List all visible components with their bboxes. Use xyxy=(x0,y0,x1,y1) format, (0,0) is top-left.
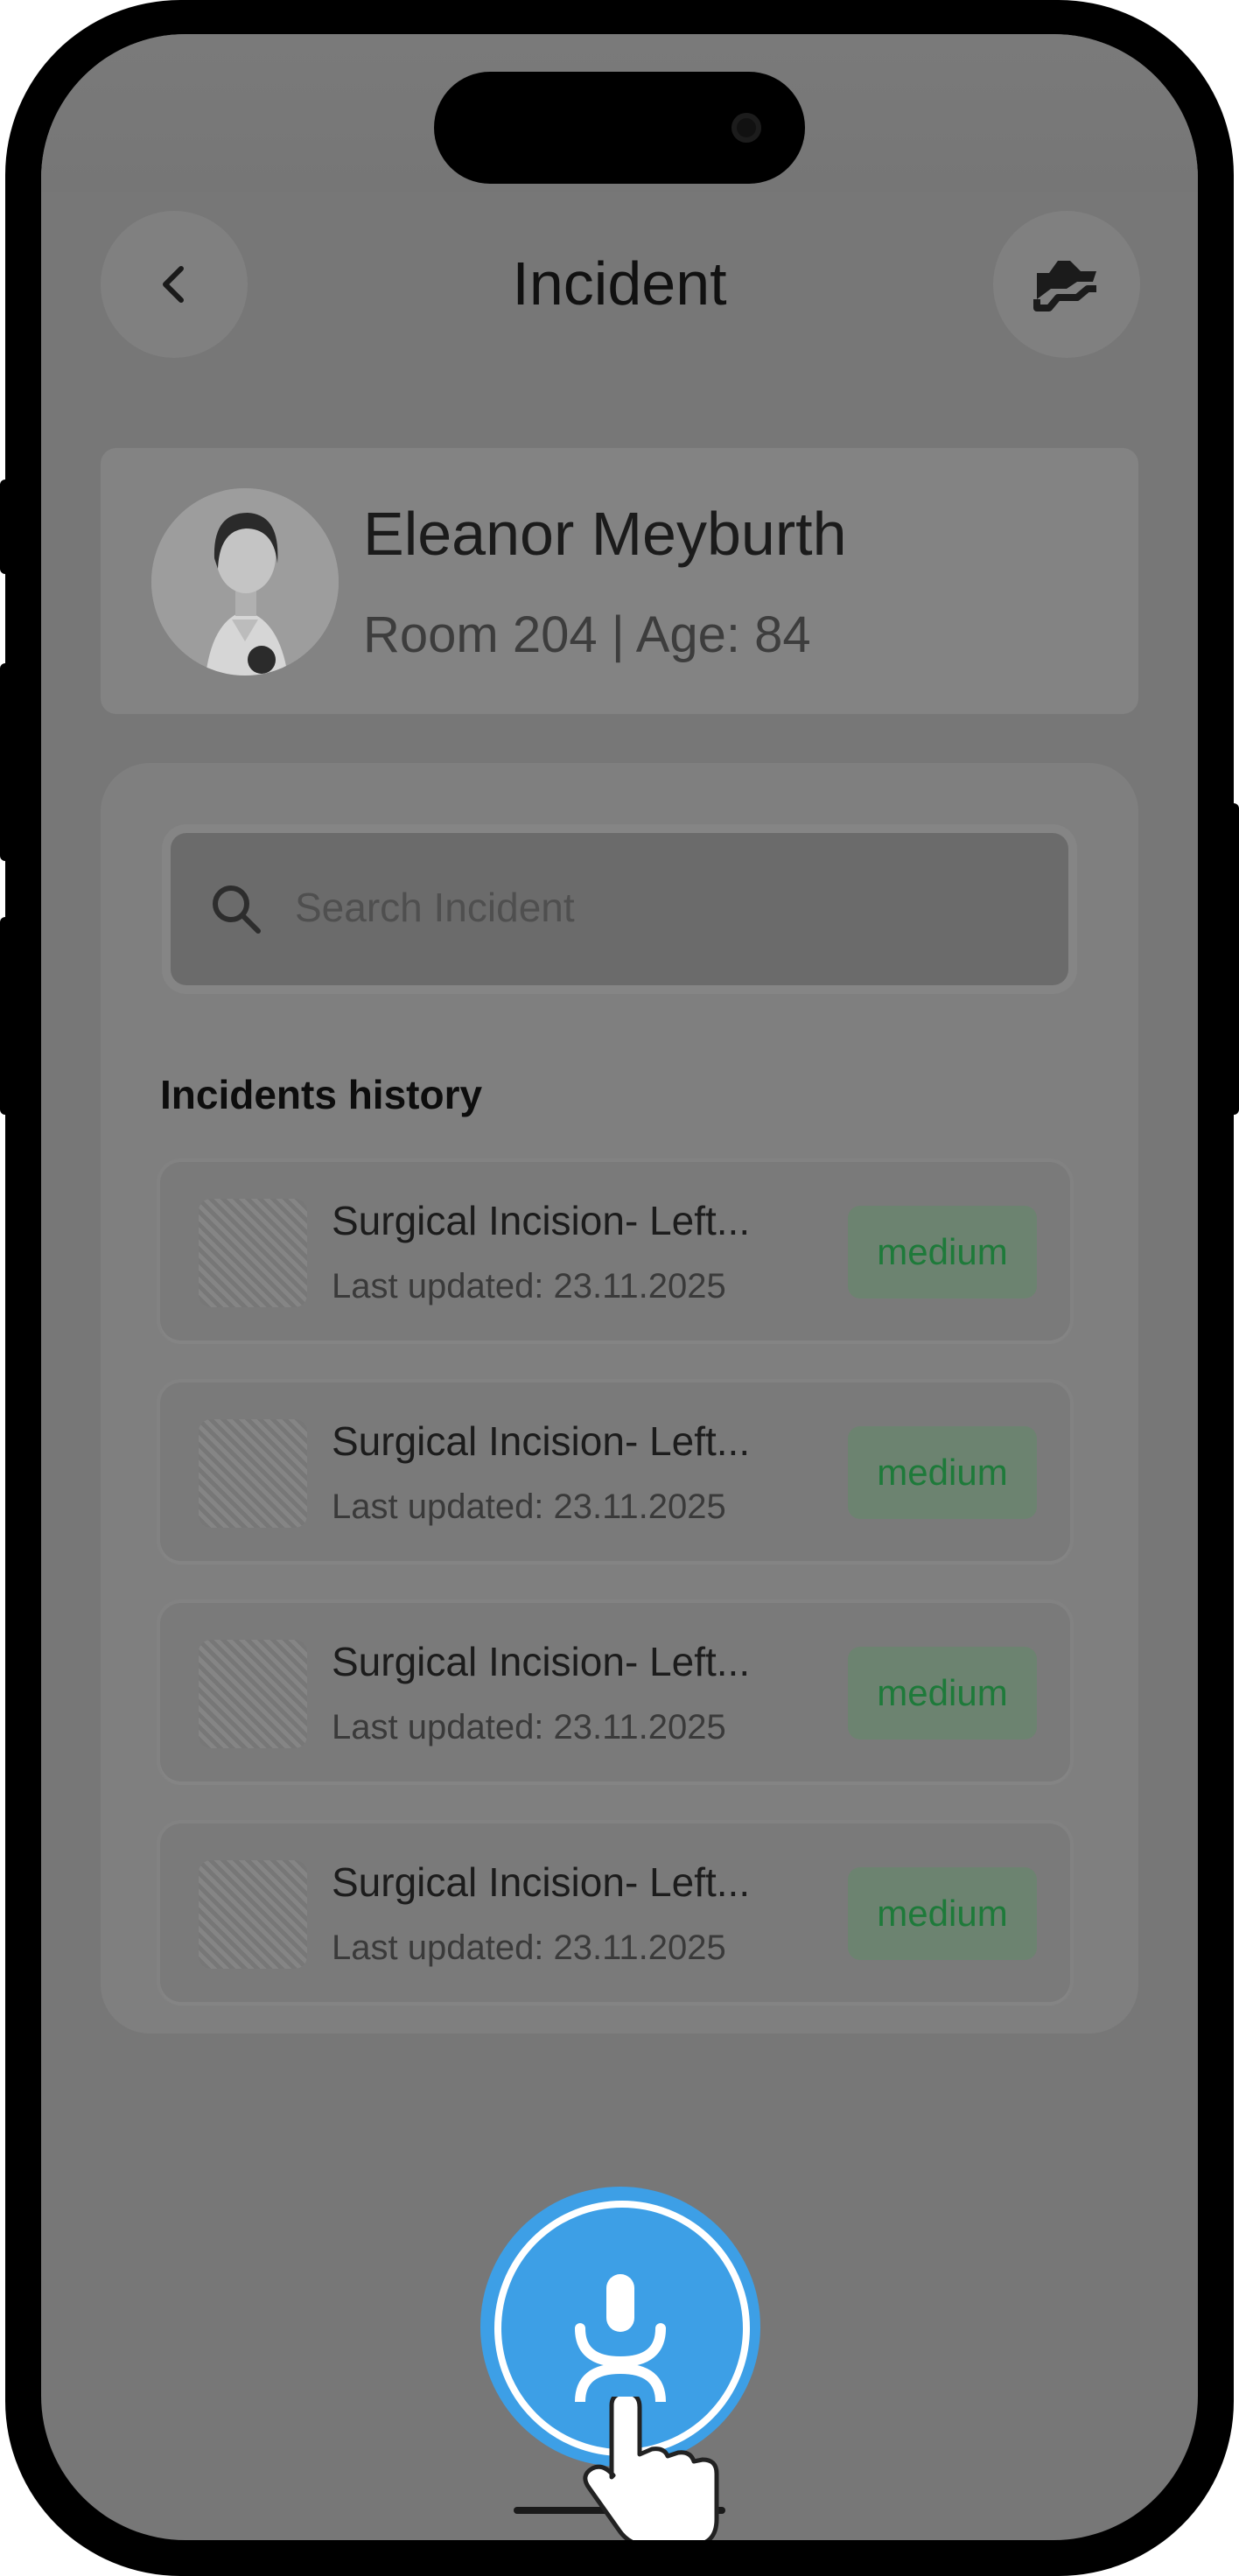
patient-room-age: Room 204 | Age: 84 xyxy=(363,606,811,663)
severity-badge: medium xyxy=(848,1647,1037,1740)
incident-row[interactable]: Surgical Incision- Left... Last updated:… xyxy=(160,1824,1070,2002)
incidents-history-title: Incidents history xyxy=(160,1072,483,1117)
power-button xyxy=(1228,803,1239,1115)
search-input[interactable]: Search Incident xyxy=(171,833,1068,985)
tap-hand-icon xyxy=(583,2397,719,2540)
dynamic-island xyxy=(434,72,805,184)
incident-thumbnail xyxy=(199,1199,307,1307)
incident-row[interactable]: Surgical Incision- Left... Last updated:… xyxy=(160,1382,1070,1561)
transfer-button[interactable] xyxy=(993,211,1140,358)
action-button xyxy=(0,480,10,574)
incident-thumbnail xyxy=(199,1860,307,1969)
patient-avatar xyxy=(151,488,339,676)
incident-title: Surgical Incision- Left... xyxy=(332,1859,751,1905)
incident-panel: Search Incident Incidents history Surgic… xyxy=(101,763,1138,2034)
incident-title: Surgical Incision- Left... xyxy=(332,1198,751,1243)
incident-thumbnail xyxy=(199,1419,307,1528)
patient-card: Eleanor Meyburth Room 204 | Age: 84 xyxy=(101,448,1138,714)
incident-updated: Last updated: 23.11.2025 xyxy=(332,1267,726,1306)
severity-badge: medium xyxy=(848,1867,1037,1960)
incident-updated: Last updated: 23.11.2025 xyxy=(332,1708,726,1746)
voice-assistant-mic-icon xyxy=(575,2274,666,2402)
transfer-hand-icon xyxy=(1033,261,1096,312)
severity-badge: medium xyxy=(848,1206,1037,1298)
incident-updated: Last updated: 23.11.2025 xyxy=(332,1488,726,1526)
incident-thumbnail xyxy=(199,1640,307,1748)
phone-screen: Incident Eleanor Meyburth Room 204 | Age… xyxy=(41,34,1198,2540)
volume-down-button xyxy=(0,917,10,1115)
incident-list: Surgical Incision- Left... Last updated:… xyxy=(160,1162,1082,2044)
search-placeholder: Search Incident xyxy=(295,885,575,930)
incident-updated: Last updated: 23.11.2025 xyxy=(332,1928,726,1967)
volume-up-button xyxy=(0,663,10,861)
incident-title: Surgical Incision- Left... xyxy=(332,1639,751,1684)
search-icon xyxy=(213,886,261,934)
incident-row[interactable]: Surgical Incision- Left... Last updated:… xyxy=(160,1603,1070,1782)
patient-name: Eleanor Meyburth xyxy=(363,500,847,568)
incident-row[interactable]: Surgical Incision- Left... Last updated:… xyxy=(160,1162,1070,1340)
severity-badge: medium xyxy=(848,1426,1037,1519)
incident-title: Surgical Incision- Left... xyxy=(332,1418,751,1464)
camera-icon xyxy=(732,113,761,143)
